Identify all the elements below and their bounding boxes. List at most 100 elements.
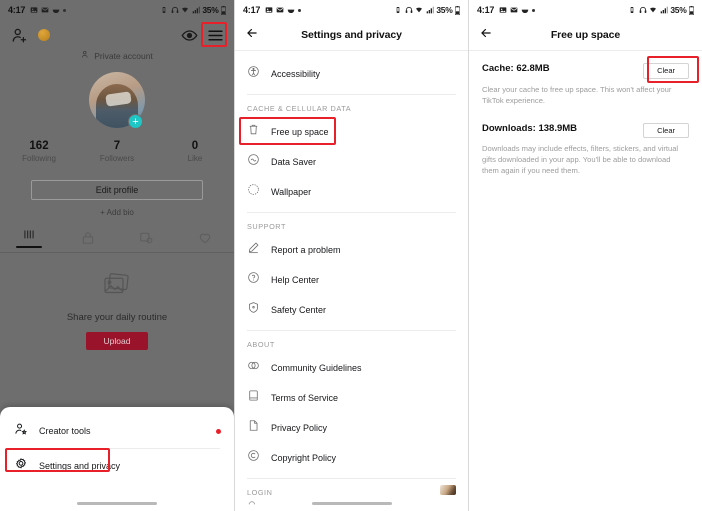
status-bar: 4:17 35% xyxy=(0,0,234,20)
settings-item-help-center[interactable]: Help Center xyxy=(235,265,468,295)
trash-icon xyxy=(247,123,260,141)
tab-reposts[interactable] xyxy=(117,231,176,245)
empty-state: Share your daily routine Upload xyxy=(0,272,234,350)
wifi-icon xyxy=(649,6,657,14)
status-bar-time: 4:17 xyxy=(477,5,495,15)
vibrate-icon xyxy=(628,6,636,14)
settings-item-label: Data Saver xyxy=(271,157,317,167)
settings-item-label: Help Center xyxy=(271,275,320,285)
downloads-title: Downloads: 138.9MB xyxy=(482,122,578,134)
edit-profile-button[interactable]: Edit profile xyxy=(31,180,203,200)
settings-item-report-a-problem[interactable]: Report a problem xyxy=(235,235,468,265)
settings-item-terms-of-service[interactable]: Terms of Service xyxy=(235,383,468,413)
pencil-icon xyxy=(247,241,260,259)
headphones-icon xyxy=(639,6,647,14)
profile-top-bar xyxy=(0,20,234,50)
mail-icon xyxy=(41,6,49,14)
settings-item-accessibility[interactable]: Accessibility xyxy=(235,59,468,89)
settings-item-data-saver[interactable]: Data Saver xyxy=(235,147,468,177)
cache-card: Cache: 62.8MB Clear Clear your cache to … xyxy=(469,51,702,106)
battery-icon xyxy=(689,5,694,15)
tab-private[interactable] xyxy=(59,231,118,245)
settings-nav-bar: Settings and privacy xyxy=(235,20,468,50)
stat-likes[interactable]: 0 Like xyxy=(156,140,234,163)
clear-downloads-button[interactable]: Clear xyxy=(643,122,689,138)
vibrate-icon xyxy=(160,6,168,14)
settings-item-label: Safety Center xyxy=(271,305,327,315)
dot-icon xyxy=(298,8,302,12)
battery-percent: 35% xyxy=(670,5,687,15)
mail-icon xyxy=(510,6,518,14)
headphones-icon xyxy=(405,6,413,14)
photo-icon xyxy=(265,6,273,14)
stat-following[interactable]: 162 Following xyxy=(0,140,78,163)
hamburger-menu-icon[interactable] xyxy=(205,25,225,45)
settings-item-wallpaper[interactable]: Wallpaper xyxy=(235,177,468,207)
stat-followers[interactable]: 7 Followers xyxy=(78,140,156,163)
upload-button[interactable]: Upload xyxy=(85,332,149,350)
signal-icon xyxy=(426,6,434,14)
settings-item-label: Copyright Policy xyxy=(271,453,337,463)
home-indicator xyxy=(77,502,157,505)
section-header-support: SUPPORT xyxy=(247,222,286,231)
battery-icon xyxy=(455,5,460,15)
private-account-icon xyxy=(81,50,90,61)
settings-item-label: Terms of Service xyxy=(271,393,339,403)
data-saver-icon xyxy=(247,153,260,171)
clear-cache-button[interactable]: Clear xyxy=(643,63,689,79)
accessibility-icon xyxy=(247,65,260,83)
creator-tools-icon xyxy=(14,422,28,441)
battery-icon xyxy=(221,5,226,15)
downloads-description: Downloads may include effects, filters, … xyxy=(482,144,679,175)
photo-icon xyxy=(30,6,38,14)
tab-liked[interactable] xyxy=(176,231,235,245)
sheet-item-creator-tools[interactable]: Creator tools xyxy=(0,414,234,448)
signal-icon xyxy=(660,6,668,14)
gold-coin-icon[interactable] xyxy=(38,29,50,41)
status-bar: 4:17 35% xyxy=(469,0,702,20)
settings-item-free-up-space[interactable]: Free up space xyxy=(235,117,468,147)
profile-stats: 162 Following 7 Followers 0 Like xyxy=(0,140,234,163)
stat-label: Following xyxy=(22,154,56,163)
stat-value: 0 xyxy=(191,140,199,152)
photos-placeholder-icon xyxy=(0,272,234,303)
gear-icon xyxy=(14,457,28,476)
stat-label: Followers xyxy=(99,154,135,163)
settings-item-copyright-policy[interactable]: Copyright Policy xyxy=(235,443,468,473)
add-story-button[interactable]: + xyxy=(128,114,143,129)
private-account-badge: Private account xyxy=(0,50,234,61)
dot-icon xyxy=(532,8,536,12)
settings-item-safety-center[interactable]: Safety Center xyxy=(235,295,468,325)
stat-label: Like xyxy=(187,154,203,163)
private-account-label: Private account xyxy=(94,50,153,61)
notification-badge xyxy=(216,428,221,434)
add-bio-button[interactable]: + Add bio xyxy=(0,208,234,217)
battery-percent: 35% xyxy=(202,5,219,15)
settings-item-label: Report a problem xyxy=(271,245,341,255)
eye-icon[interactable] xyxy=(179,25,199,45)
tab-posts[interactable] xyxy=(0,228,59,248)
wifi-icon xyxy=(181,6,189,14)
page-title: Free up space xyxy=(550,29,621,41)
free-up-space-screen: 4:17 35% Free up space Cache: 62.8MB Cle… xyxy=(468,0,702,511)
settings-item-label: Privacy Policy xyxy=(271,423,328,433)
photo-icon xyxy=(499,6,507,14)
cache-description: Clear your cache to free up space. This … xyxy=(482,84,672,105)
add-person-icon[interactable] xyxy=(9,25,29,45)
profile-screen: 4:17 35% Private account + 162 Following… xyxy=(0,0,234,511)
settings-list: Accessibility CACHE & CELLULAR DATA Free… xyxy=(235,51,468,511)
food-icon xyxy=(52,6,60,14)
downloads-card: Downloads: 138.9MB Clear Downloads may i… xyxy=(469,106,702,177)
settings-item-label: Community Guidelines xyxy=(271,363,362,373)
sheet-item-settings-and-privacy[interactable]: Settings and privacy xyxy=(0,449,234,483)
settings-item-privacy-policy[interactable]: Privacy Policy xyxy=(235,413,468,443)
home-indicator xyxy=(311,502,392,505)
settings-item-community-guidelines[interactable]: Community Guidelines xyxy=(235,353,468,383)
status-bar-time: 4:17 xyxy=(243,5,261,15)
dot-icon xyxy=(63,8,67,12)
signal-icon xyxy=(192,6,200,14)
headphones-icon xyxy=(171,6,179,14)
status-bar: 4:17 35% xyxy=(235,0,468,20)
three-panel-screenshot: 4:17 35% Private account + 162 Following… xyxy=(0,0,702,511)
battery-percent: 35% xyxy=(436,5,453,15)
